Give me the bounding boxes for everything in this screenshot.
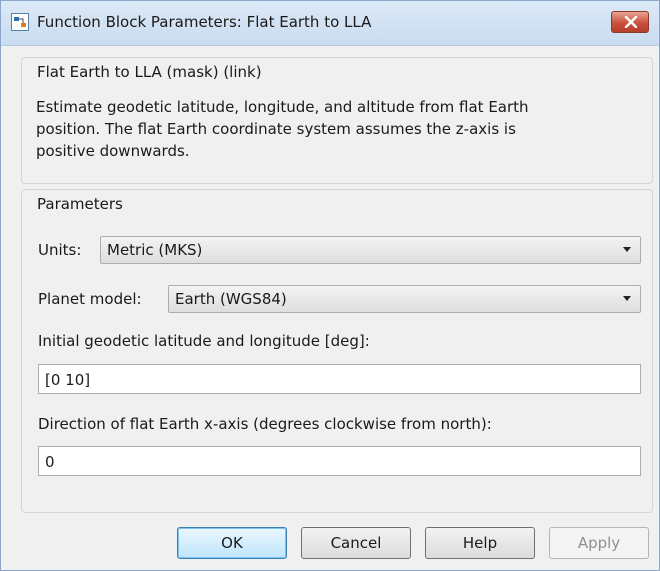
units-label: Units: [38,241,82,259]
ok-button[interactable]: OK [177,527,287,559]
dialog-window: Function Block Parameters: Flat Earth to… [0,0,660,571]
chevron-down-icon [623,296,631,301]
chevron-down-icon [623,247,631,252]
parameters-group: Parameters Units: Metric (MKS) Planet mo… [21,189,653,513]
apply-button[interactable]: Apply [549,527,649,559]
planet-model-label: Planet model: [38,290,142,308]
initial-lat-lon-field[interactable]: [0 10] [38,364,641,394]
window-title: Function Block Parameters: Flat Earth to… [37,13,372,31]
units-selected-value: Metric (MKS) [107,241,203,259]
initial-lat-lon-value: [0 10] [45,371,91,389]
x-axis-direction-field[interactable]: 0 [38,446,641,476]
planet-model-selected-value: Earth (WGS84) [175,290,287,308]
parameters-group-title: Parameters [34,195,126,213]
description-line: positive downwards. [36,142,190,160]
block-description: Estimate geodetic latitude, longitude, a… [36,96,636,162]
x-axis-direction-label: Direction of flat Earth x-axis (degrees … [38,415,492,433]
help-button[interactable]: Help [425,527,535,559]
x-axis-direction-value: 0 [45,453,55,471]
close-icon [624,16,638,28]
description-group-title: Flat Earth to LLA (mask) (link) [34,63,265,81]
units-dropdown[interactable]: Metric (MKS) [100,236,641,264]
description-group: Flat Earth to LLA (mask) (link) Estimate… [21,57,653,184]
description-line: position. The flat Earth coordinate syst… [36,120,516,138]
cancel-button[interactable]: Cancel [301,527,411,559]
simulink-block-icon [11,13,29,31]
close-button[interactable] [611,11,649,33]
title-bar[interactable]: Function Block Parameters: Flat Earth to… [1,1,659,46]
initial-lat-lon-label: Initial geodetic latitude and longitude … [38,332,370,350]
description-line: Estimate geodetic latitude, longitude, a… [36,98,529,116]
planet-model-dropdown[interactable]: Earth (WGS84) [168,285,641,313]
